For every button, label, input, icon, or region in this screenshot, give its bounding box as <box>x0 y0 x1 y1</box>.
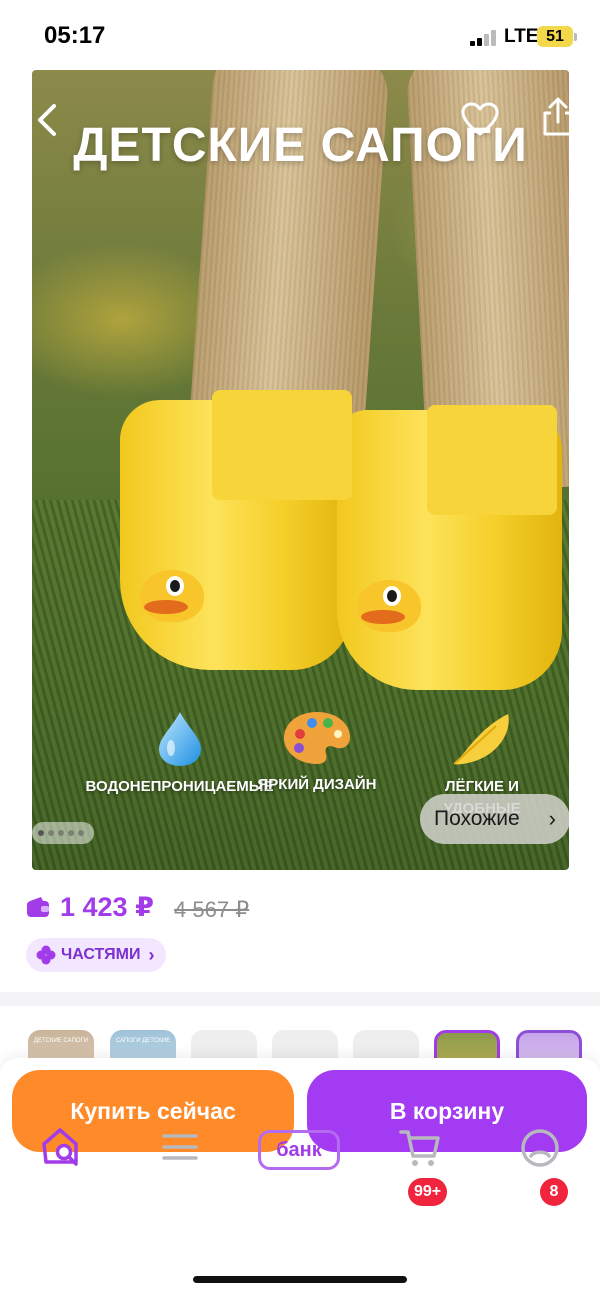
network-type: LTE <box>504 26 539 47</box>
current-price: 1 423 ₽ <box>60 892 154 922</box>
bank-label: банк <box>258 1130 340 1170</box>
battery-icon: 51 <box>537 26 573 47</box>
chevron-right-icon: › <box>548 806 556 831</box>
feature-bright-design: ЯРКИЙ ДИЗАЙН <box>247 710 387 796</box>
tab-cart[interactable] <box>398 1124 442 1174</box>
menu-lines-icon <box>162 1134 198 1160</box>
wallet-icon <box>27 897 49 917</box>
cart-icon <box>399 1130 440 1166</box>
palette-icon <box>284 712 350 764</box>
share-button[interactable] <box>540 96 569 138</box>
duck-face-right <box>357 580 421 632</box>
tab-bank[interactable]: банк <box>258 1124 342 1174</box>
boot-cuff-left <box>212 390 352 500</box>
cart-count-badge: 99+ <box>408 1178 448 1206</box>
tab-profile[interactable] <box>518 1124 562 1174</box>
profile-notification-badge: 8 <box>540 1178 568 1206</box>
similar-label: Похожие <box>434 807 520 830</box>
duck-face-left <box>140 570 204 622</box>
battery-tip <box>574 33 577 41</box>
status-bar: 05:17 LTE 51 <box>0 0 600 72</box>
signal-icon <box>470 30 498 46</box>
feature-label-bright-design: ЯРКИЙ ДИЗАЙН <box>257 776 377 793</box>
installments-chip[interactable]: ЧАСТЯМИ › <box>26 938 167 972</box>
home-search-icon <box>42 1128 78 1166</box>
back-button[interactable] <box>32 98 72 142</box>
chevron-left-icon <box>38 104 56 136</box>
tab-home[interactable] <box>40 1124 82 1174</box>
clover-icon <box>36 945 56 965</box>
thumbnail-caption: ДЕТСКИЕ САПОГИ <box>33 1038 89 1044</box>
feather-icon <box>453 714 509 765</box>
share-icon <box>543 97 569 136</box>
water-drop-icon <box>158 712 201 766</box>
profile-face-icon <box>521 1129 559 1167</box>
status-time: 05:17 <box>44 22 106 49</box>
tab-catalog[interactable] <box>160 1124 200 1174</box>
similar-button[interactable]: Похожие › <box>420 794 569 844</box>
bottom-action-sheet: Купить сейчас В корзину <box>0 1058 600 1298</box>
feature-label-waterproof: ВОДОНЕПРОНИЦАЕМЫЕ <box>85 778 274 795</box>
boot-cuff-right <box>427 405 557 515</box>
product-image-gallery[interactable]: ДЕТСКИЕ САПОГИ ВОДОНЕПРОНИЦАЕМЫЕ ЯРКИЙ Д… <box>32 70 569 870</box>
image-pagination-dots <box>32 822 94 844</box>
chevron-right-icon: › <box>148 945 155 965</box>
thumbnail-caption: САПОГИ ДЕТСКИЕ <box>115 1038 171 1044</box>
installments-label: ЧАСТЯМИ <box>61 946 141 963</box>
section-divider <box>0 992 600 1006</box>
home-indicator[interactable] <box>193 1276 407 1283</box>
heart-icon <box>461 102 499 136</box>
price-row: 1 423 ₽ 4 567 ₽ <box>26 892 586 928</box>
old-price: 4 567 ₽ <box>174 897 250 922</box>
favorite-button[interactable] <box>460 100 500 140</box>
